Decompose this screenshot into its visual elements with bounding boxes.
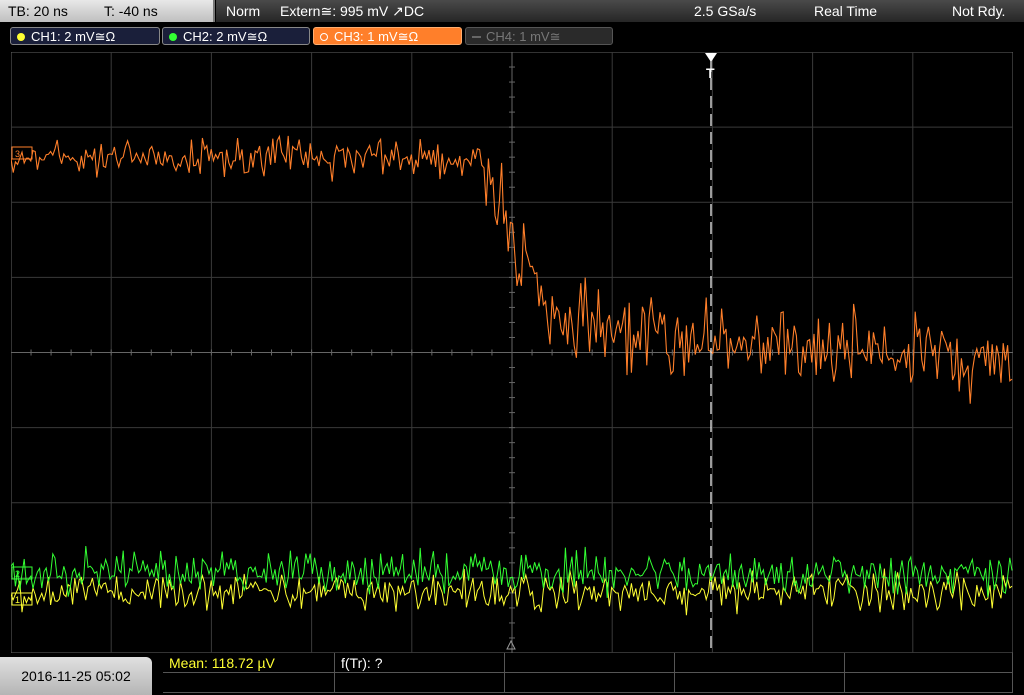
channel-button-ch4[interactable]: CH4: 1 mV≅ (465, 27, 613, 45)
measurement-slot-5[interactable] (845, 653, 1013, 673)
date-time[interactable]: 2016-11-25 05:02 (0, 657, 152, 695)
measurement-slot-7[interactable] (335, 673, 505, 693)
sample-rate: 2.5 GSa/s (694, 3, 757, 19)
channel-button-ch2[interactable]: CH2: 2 mV≅Ω (162, 27, 310, 45)
measurement-slot-10[interactable] (845, 673, 1013, 693)
acquisition-status: Not Rdy. (952, 3, 1006, 19)
waveform-svg: T 3 2 1 (10, 51, 1014, 654)
ch2-color-dot (169, 33, 177, 41)
ch1-color-dot (17, 33, 25, 41)
measurement-slot-6[interactable] (163, 673, 335, 693)
channel-button-ch3[interactable]: CH3: 1 mV≅Ω (313, 27, 462, 45)
measurement-slot-4[interactable] (675, 653, 845, 673)
timebase-box[interactable]: TB: 20 ns T: -40 ns (0, 0, 215, 22)
svg-text:1: 1 (15, 595, 20, 605)
measurement-mean[interactable]: Mean: 118.72 µV (163, 653, 335, 673)
svg-text:2: 2 (15, 569, 20, 579)
ch3-label: CH3: 1 mV≅Ω (334, 29, 419, 44)
acquisition-mode: Real Time (814, 3, 878, 19)
bottom-bar: 2016-11-25 05:02 Mean: 118.72 µV f(Tr): … (0, 653, 1024, 695)
channel-bar: CH1: 2 mV≅Ω CH2: 2 mV≅Ω CH3: 1 mV≅Ω CH4:… (0, 25, 1024, 49)
trigger-info-bar[interactable]: Norm Extern≅: 995 mV ↗DC 2.5 GSa/s Real … (216, 0, 1024, 22)
ch4-off-icon (472, 36, 481, 38)
ch1-label: CH1: 2 mV≅Ω (31, 29, 116, 44)
timebase-label: TB: 20 ns (8, 3, 68, 19)
trigger-time-label: T: -40 ns (104, 3, 158, 19)
trigger-marker-label: T (706, 65, 715, 81)
channel-button-ch1[interactable]: CH1: 2 mV≅Ω (10, 27, 160, 45)
ch3-color-dot (320, 33, 328, 41)
waveform-display[interactable]: T 3 2 1 (10, 51, 1014, 654)
ch4-label: CH4: 1 mV≅ (486, 29, 561, 44)
trigger-mode: Norm (226, 3, 261, 19)
measurement-table: Mean: 118.72 µV f(Tr): ? (163, 653, 1013, 693)
measurement-fall-time[interactable]: f(Tr): ? (335, 653, 505, 673)
measurement-slot-8[interactable] (505, 673, 675, 693)
ch2-label: CH2: 2 mV≅Ω (183, 29, 268, 44)
trigger-source: Extern≅: 995 mV ↗DC (280, 3, 425, 19)
svg-text:3: 3 (15, 149, 20, 159)
measurement-slot-3[interactable] (505, 653, 675, 673)
top-status-bar: TB: 20 ns T: -40 ns Norm Extern≅: 995 mV… (0, 0, 1024, 24)
measurement-slot-9[interactable] (675, 673, 845, 693)
